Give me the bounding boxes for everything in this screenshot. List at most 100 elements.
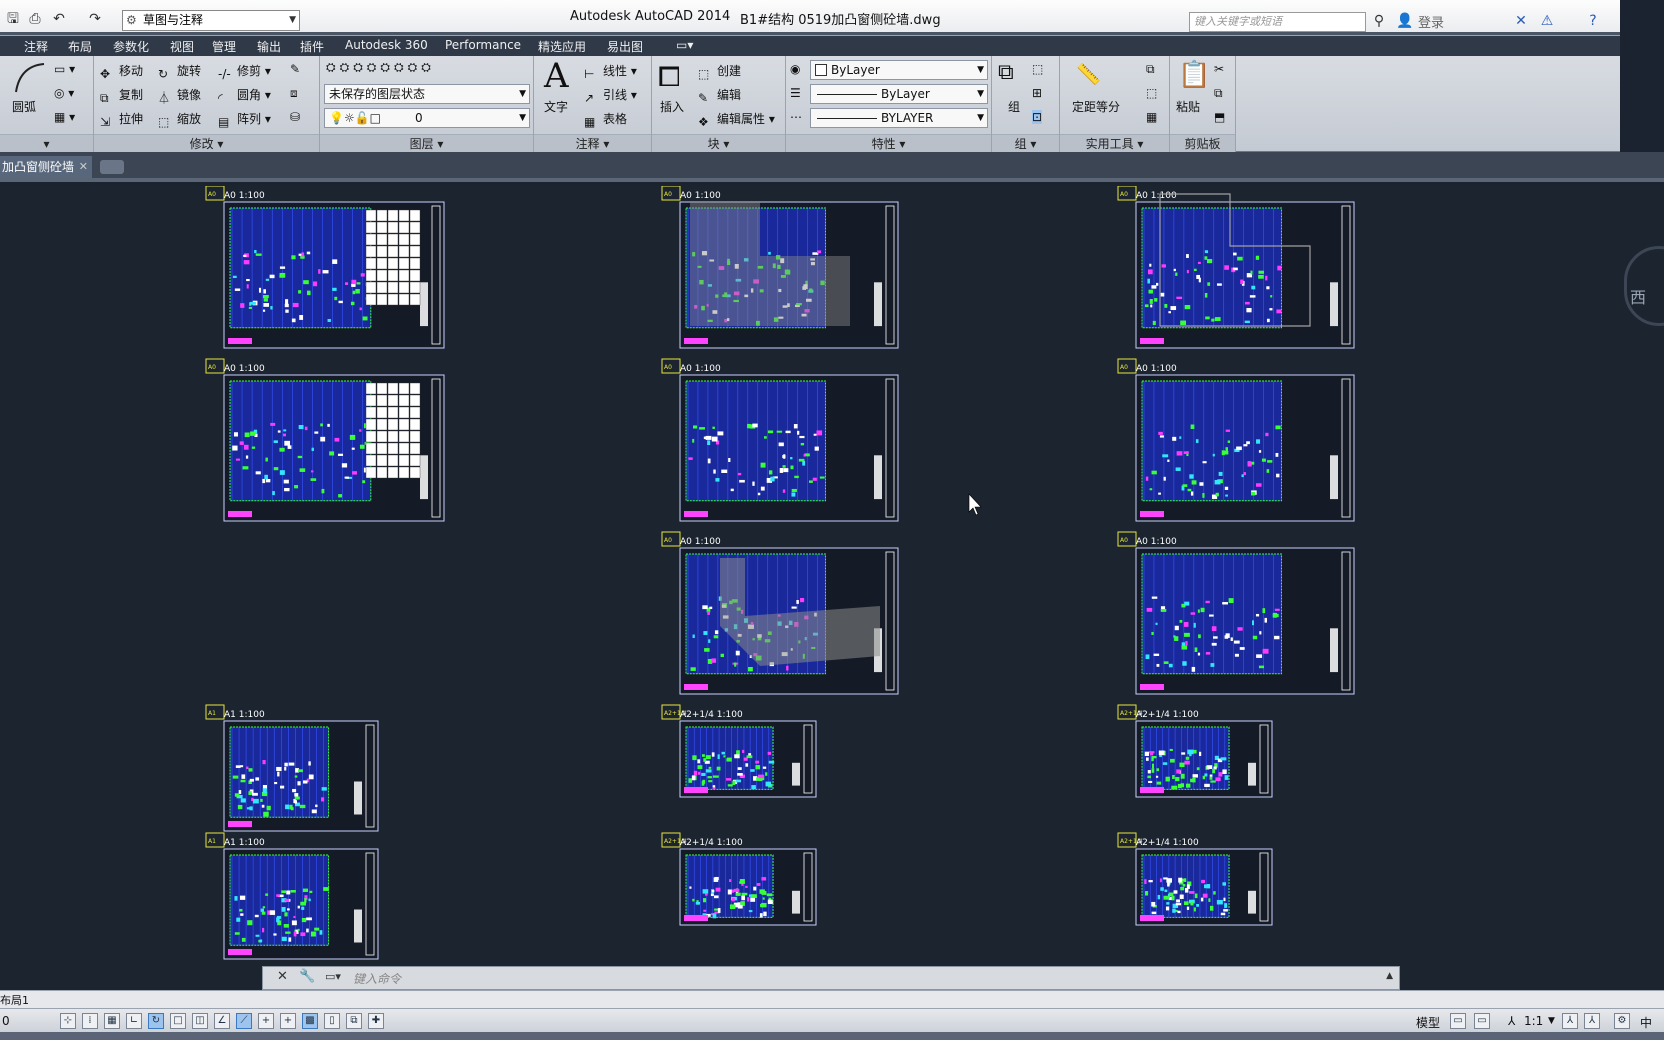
hatch-icon[interactable]: ▦ ▾ (54, 110, 75, 124)
menu-plugins[interactable]: 插件 (300, 38, 324, 55)
close-tab-icon[interactable]: ✕ (79, 156, 88, 178)
leader-button[interactable]: ↗ 引线 ▾ (584, 86, 637, 107)
table-button[interactable]: ▦ 表格 (584, 110, 627, 131)
undo-icon[interactable]: ↶ (50, 10, 68, 28)
scale-button[interactable]: ⬚ 缩放 (158, 110, 201, 131)
user-icon[interactable]: 👤 (1396, 12, 1414, 30)
calculator-icon[interactable]: ▦ (1146, 110, 1157, 124)
drawing-sheet[interactable]: A0 A0 1:100 (1117, 358, 1355, 522)
mirror-button[interactable]: ⏃ 镜像 (158, 86, 201, 105)
help-icon[interactable]: ? (1584, 12, 1602, 30)
group-select-icon[interactable]: ⊡ (1032, 110, 1043, 124)
selection-cycling-icon[interactable]: ⧉ (346, 1013, 362, 1029)
drawing-sheet[interactable]: A1 A1 1:100 (205, 832, 379, 960)
measure-icon[interactable]: 📏 (1076, 62, 1101, 86)
document-tab[interactable]: 加凸窗侧砼墙 ✕ (0, 156, 92, 178)
menu-performance[interactable]: Performance (445, 38, 521, 52)
help-search-input[interactable]: 键入关键字或短语 (1189, 12, 1366, 32)
layer-tools-icon[interactable]: ⛭⛭⛭⛭⛭⛭⛭⛭ (326, 60, 435, 75)
menu-parametric[interactable]: 参数化 (113, 38, 149, 55)
print-icon[interactable]: ⎙ (26, 10, 44, 28)
arc-label[interactable]: 圆弧 (12, 98, 36, 115)
annotation-visibility-icon[interactable]: ⅄ (1562, 1013, 1578, 1029)
paste-button[interactable]: 粘贴 (1176, 98, 1200, 115)
quick-view-layouts-icon[interactable]: ▭ (1450, 1013, 1466, 1029)
copy-clip-icon[interactable]: ⧉ (1214, 86, 1223, 101)
edit-attributes-button[interactable]: ❖ 编辑属性 ▾ (698, 110, 775, 131)
stretch-button[interactable]: ⇲ 拉伸 (100, 110, 143, 131)
command-line[interactable]: ✕ 🔧 ▭▾ 键入命令 ▲ (262, 966, 1400, 990)
save-icon[interactable]: 🖫 (4, 10, 22, 28)
drawing-sheet[interactable]: A0 A0 1:100 (661, 358, 899, 522)
drawing-canvas[interactable]: A0 A0 1:100 A0 A0 1:100 A0 A0 1:100 A0 A0 1:100… (0, 186, 1664, 990)
group-button[interactable]: 组 (1008, 98, 1020, 115)
ellipse-icon[interactable]: ◎ ▾ (54, 86, 74, 100)
drawing-sheet[interactable]: A1 A1 1:100 (205, 704, 379, 832)
model-space[interactable]: A0 A0 1:100 A0 A0 1:100 A0 A0 1:100 A0 A0 1:100… (0, 186, 1664, 990)
osnap-icon[interactable]: □ (170, 1013, 186, 1029)
clipboard-panel-title[interactable]: 剪贴板 (1170, 134, 1235, 152)
ime-indicator[interactable]: 中 (1640, 1014, 1652, 1031)
grid-icon[interactable]: ▦ (104, 1013, 120, 1029)
color-dropdown[interactable]: ByLayer ▼ (810, 60, 988, 80)
binoculars-icon[interactable]: ⚲ (1370, 12, 1388, 30)
3d-osnap-icon[interactable]: ◫ (192, 1013, 208, 1029)
create-block-button[interactable]: ⬚ 创建 (698, 62, 741, 83)
close-icon[interactable]: ✕ (277, 969, 288, 984)
menu-annotate[interactable]: 注释 (24, 38, 48, 55)
copy-base-icon[interactable]: ⬒ (1214, 110, 1225, 124)
drawing-sheet[interactable]: A2+1/4A2+1/4 1:100 (661, 832, 817, 926)
ortho-icon[interactable]: ∟ (126, 1013, 142, 1029)
layer-dropdown[interactable]: 💡☼🔓□ 0 ▼ (324, 108, 530, 128)
wrench-icon[interactable]: 🔧 (299, 969, 315, 984)
a360-icon[interactable]: ⚠ (1538, 12, 1556, 30)
command-input[interactable]: 键入命令 (353, 970, 401, 987)
annotation-scale[interactable]: 1:1 (1524, 1014, 1543, 1028)
insert-block-icon[interactable]: ⧠ (658, 60, 680, 94)
transparency-icon[interactable]: ▩ (302, 1013, 318, 1029)
ribbon-toggle-icon[interactable]: ▭▾ (676, 38, 693, 52)
annotation-scale-icon[interactable]: ⅄ (1508, 1014, 1515, 1028)
block-panel-title[interactable]: 块 ▾ (652, 134, 785, 152)
drawing-sheet[interactable]: A0 A0 1:100 (1117, 531, 1355, 695)
offset-icon[interactable]: ⧈ (290, 86, 298, 101)
insert-button[interactable]: 插入 (660, 98, 684, 115)
fillet-button[interactable]: ◜ 圆角 ▾ (218, 86, 271, 107)
draw-panel-title[interactable]: ▾ (0, 134, 93, 152)
pencil-icon[interactable]: ✎ (290, 62, 300, 76)
workspace-dropdown[interactable]: ⚙ 草图与注释 ▼ (122, 10, 300, 31)
annotation-monitor-icon[interactable]: ✚ (368, 1013, 384, 1029)
chevron-up-icon[interactable]: ▲ (1386, 971, 1393, 981)
infer-constraints-icon[interactable]: ⊹ (60, 1013, 76, 1029)
trim-button[interactable]: -/- 修剪 ▾ (218, 62, 271, 83)
array-button[interactable]: ▤ 阵列 ▾ (218, 110, 271, 131)
group-panel-title[interactable]: 组 ▾ (992, 134, 1059, 152)
layers-panel-title[interactable]: 图层 ▾ (320, 134, 533, 152)
menu-autodesk-360[interactable]: Autodesk 360 (345, 38, 428, 52)
recent-commands-icon[interactable]: ▭▾ (325, 970, 341, 983)
arc-icon[interactable] (12, 60, 48, 96)
auto-scale-icon[interactable]: ⅄ (1584, 1013, 1600, 1029)
modify-panel-title[interactable]: 修改 ▾ (94, 134, 319, 152)
exchange-icon[interactable]: ✕ (1512, 12, 1530, 30)
model-space-label[interactable]: 模型 (1416, 1014, 1440, 1031)
menu-easy-plot[interactable]: 易出图 (607, 38, 643, 55)
copy-button[interactable]: ⧉ 复制 (100, 86, 143, 107)
ducs-icon[interactable]: ⟋ (236, 1013, 252, 1029)
viewcube-west-label[interactable]: 西 (1630, 284, 1646, 308)
move-button[interactable]: ✥ 移动 (100, 62, 143, 83)
explode-icon[interactable]: ⛁ (290, 110, 300, 124)
linetype-dropdown[interactable]: BYLAYER ▼ (810, 108, 988, 128)
rectangle-icon[interactable]: ▭ ▾ (54, 62, 75, 76)
cut-icon[interactable]: ✂ (1214, 62, 1224, 76)
measure-button[interactable]: 定距等分 (1072, 98, 1120, 115)
text-icon[interactable]: A (544, 56, 569, 96)
utilities-panel-title[interactable]: 实用工具 ▾ (1060, 134, 1169, 152)
select-all-icon[interactable]: ⬚ (1146, 86, 1157, 100)
drawing-sheet[interactable]: A2+1/4A2+1/4 1:100 (1117, 704, 1273, 798)
annotation-panel-title[interactable]: 注释 ▾ (534, 134, 651, 152)
properties-panel-title[interactable]: 特性 ▾ (786, 134, 991, 152)
otrack-icon[interactable]: ∠ (214, 1013, 230, 1029)
group-icon[interactable]: ⧉ (998, 60, 1014, 85)
ungroup-icon[interactable]: ⬚ (1032, 62, 1043, 76)
